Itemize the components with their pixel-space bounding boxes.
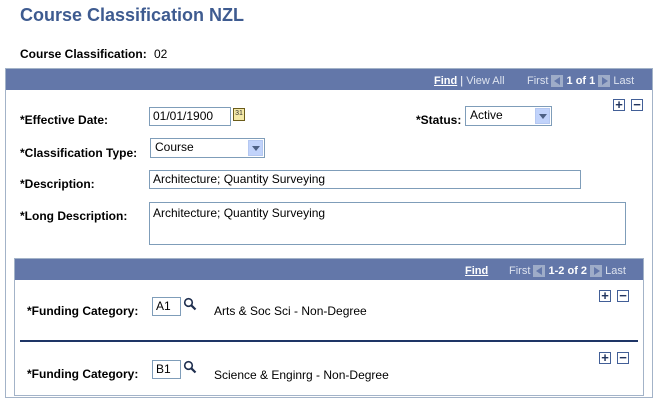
inner-first-link[interactable]: First [509,265,530,277]
prev-arrow-icon[interactable] [533,265,546,278]
calendar-icon[interactable]: 31 [233,108,245,121]
add-funding-row-button[interactable]: + [599,289,611,302]
next-arrow-icon[interactable] [590,265,603,278]
delete-funding-row-button[interactable]: − [617,289,629,302]
outer-nav-pager: First 1 of 1 Last [527,75,634,88]
description-input[interactable]: Architecture; Quantity Surveying [149,170,581,189]
funding-category-input[interactable]: A1 [152,297,181,316]
add-funding-row-button[interactable]: + [599,351,611,364]
funding-category-description: Science & Enginrg - Non-Degree [214,368,389,382]
magnifier-icon[interactable] [183,360,197,374]
status-selected-value: Active [470,108,503,122]
effective-date-input[interactable]: 01/01/1900 [149,107,231,126]
delete-funding-row-button[interactable]: − [617,351,629,364]
funding-category-input[interactable]: B1 [152,360,181,379]
outer-row-count: 1 of 1 [566,75,596,87]
chevron-down-icon[interactable] [248,140,263,156]
add-row-button[interactable]: + [613,98,625,111]
outer-last-link[interactable]: Last [613,75,634,87]
long-description-label: *Long Description: [20,209,128,223]
inner-find-link[interactable]: Find [465,265,488,277]
outer-nav-separator: | [460,75,464,87]
classification-type-selected-value: Course [155,140,194,154]
funding-category-label: *Funding Category: [27,367,139,381]
delete-row-button[interactable]: − [631,98,643,111]
inner-nav-pager: First 1-2 of 2 Last [509,265,626,278]
funding-category-description: Arts & Soc Sci - Non-Degree [214,304,367,318]
description-label: *Description: [20,177,95,191]
classification-type-label: *Classification Type: [20,146,138,160]
status-label: *Status: [416,113,462,127]
chevron-down-icon[interactable] [535,108,550,124]
magnifier-icon[interactable] [183,297,197,311]
page-title: Course Classification NZL [20,5,245,25]
course-classification-value: 02 [154,47,168,61]
next-arrow-icon[interactable] [598,75,611,88]
inner-nav-find-group: Find [465,265,488,277]
outer-nav-find-group: Find | View All [434,75,505,87]
inner-row-count: 1-2 of 2 [548,265,588,277]
effective-date-label: *Effective Date: [20,113,109,127]
prev-arrow-icon[interactable] [551,75,564,88]
course-classification-label: Course Classification: [20,47,147,61]
funding-category-label: *Funding Category: [27,304,139,318]
row-divider [20,340,638,342]
status-select[interactable]: Active [465,106,552,126]
outer-view-all-link[interactable]: View All [466,75,504,87]
outer-find-link[interactable]: Find [434,75,457,87]
classification-type-select[interactable]: Course [150,138,265,158]
outer-first-link[interactable]: First [527,75,548,87]
inner-last-link[interactable]: Last [605,265,626,277]
long-description-textarea[interactable]: Architecture; Quantity Surveying [149,202,626,245]
